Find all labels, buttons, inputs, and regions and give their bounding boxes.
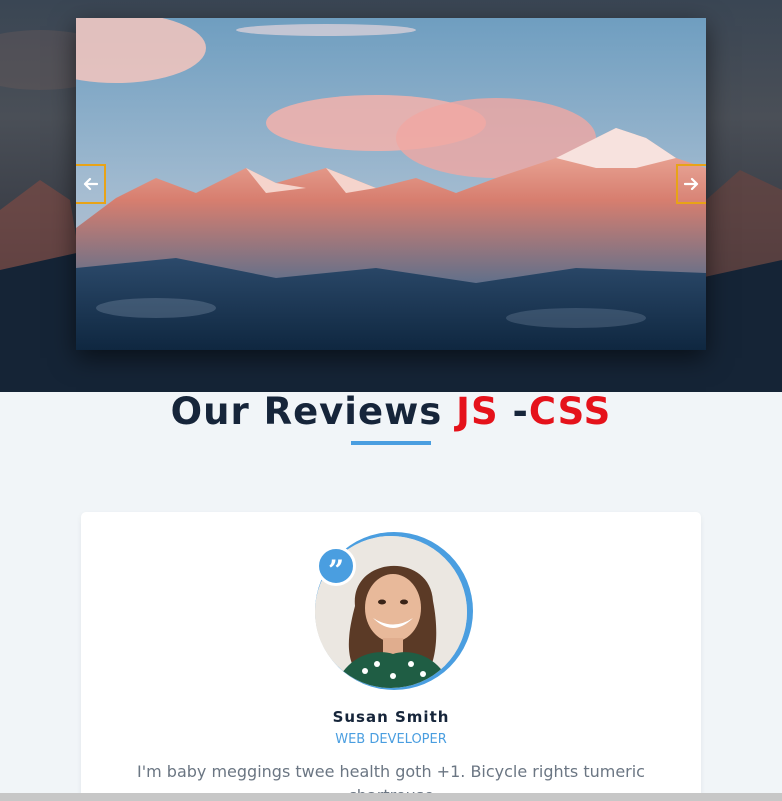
title-main: Our Reviews	[170, 390, 457, 433]
reviewer-role: WEB DEVELOPER	[335, 732, 447, 747]
carousel-prev-button[interactable]	[76, 164, 106, 204]
arrow-left-icon	[83, 177, 98, 191]
title-separator: -	[498, 390, 529, 433]
hero-banner	[0, 0, 782, 392]
title-underline	[351, 441, 431, 445]
title-highlight-js: JS	[456, 390, 499, 433]
carousel-next-button[interactable]	[676, 164, 706, 204]
arrow-right-icon	[684, 177, 699, 191]
reviewer-name: Susan Smith	[332, 708, 450, 726]
reviews-header: Our Reviews JS -CSS	[0, 390, 782, 445]
quote-glyph: ”	[327, 554, 345, 587]
quote-icon: ”	[316, 546, 356, 586]
page-title: Our Reviews JS -CSS	[0, 390, 782, 434]
title-highlight-css: CSS	[528, 390, 612, 433]
carousel-slide-image	[76, 18, 706, 350]
horizontal-scrollbar[interactable]	[0, 793, 782, 801]
review-card: ” Susan Smith WEB DEVELOPER I'm baby meg…	[81, 512, 701, 801]
